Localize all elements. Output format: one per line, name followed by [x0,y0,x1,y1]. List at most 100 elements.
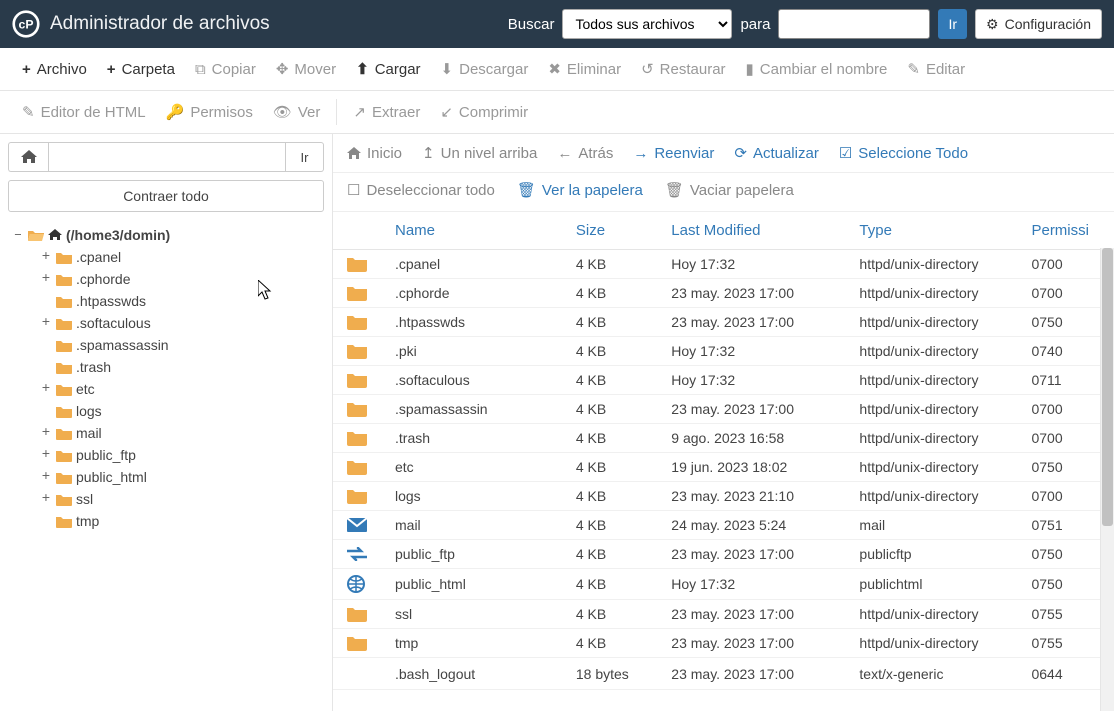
view-trash-button[interactable]: 🗑Ver la papelera [517,181,643,199]
path-input[interactable] [48,142,286,172]
search-input[interactable] [778,9,930,39]
tree-node[interactable]: +.cphorde [8,268,324,290]
tree-node[interactable]: +public_html [8,466,324,488]
refresh-icon: ⟳ [734,144,747,162]
table-row[interactable]: .softaculous4 KBHoy 17:32httpd/unix-dire… [333,366,1114,395]
globe-icon [347,575,367,593]
col-size[interactable]: Size [562,212,657,250]
table-row[interactable]: .spamassassin4 KB23 may. 2023 17:00httpd… [333,395,1114,424]
compress-icon: ↙ [440,103,453,121]
col-name[interactable]: Name [381,212,562,250]
tree-node[interactable]: tmp [8,510,324,532]
upload-button[interactable]: ⬆Cargar [346,54,430,84]
row-type: text/x-generic [845,658,1017,690]
htmleditor-label: Editor de HTML [41,104,146,121]
settings-label: Configuración [1005,16,1091,32]
table-row[interactable]: mail4 KB24 may. 2023 5:24mail0751 [333,511,1114,540]
extract-button[interactable]: ↗Extraer [343,97,430,127]
folder-button[interactable]: +Carpeta [97,55,185,84]
tree-root[interactable]: – (/home3/domin) [8,224,324,246]
table-row[interactable]: etc4 KB19 jun. 2023 18:02httpd/unix-dire… [333,453,1114,482]
tree-node[interactable]: + etc [8,378,324,400]
row-icon-cell [333,395,381,424]
table-row[interactable]: .bash_logout18 bytes23 may. 2023 17:00te… [333,658,1114,690]
folder-icon [347,488,367,504]
restore-label: Restaurar [660,61,726,78]
upload-icon: ⬆ [356,60,369,78]
col-permissions[interactable]: Permissi [1017,212,1114,250]
table-row[interactable]: .pki4 KBHoy 17:32httpd/unix-directory074… [333,337,1114,366]
edit-button[interactable]: ✎Editar [897,54,975,84]
tree-node[interactable]: logs [8,400,324,422]
expander-icon[interactable]: + [40,447,52,463]
col-modified[interactable]: Last Modified [657,212,845,250]
table-row[interactable]: .cpanel4 KBHoy 17:32httpd/unix-directory… [333,250,1114,279]
expander-icon[interactable]: + [40,271,52,287]
table-row[interactable]: .cphorde4 KB23 may. 2023 17:00httpd/unix… [333,279,1114,308]
move-button[interactable]: ✥Mover [266,54,346,84]
table-row[interactable]: public_ftp4 KB23 may. 2023 17:00publicft… [333,540,1114,569]
tree-node[interactable]: +.cpanel [8,246,324,268]
nav-back-button[interactable]: ←Atrás [557,145,613,162]
table-row[interactable]: .htpasswds4 KB23 may. 2023 17:00httpd/un… [333,308,1114,337]
nav-up-button[interactable]: ↥Un nivel arriba [422,144,537,162]
tree-node[interactable]: .htpasswds [8,290,324,312]
nav-forward-button[interactable]: →Reenviar [633,145,714,162]
rename-button[interactable]: ▮Cambiar el nombre [736,54,898,84]
tree-node[interactable]: .trash [8,356,324,378]
table-row[interactable]: tmp4 KB23 may. 2023 17:00httpd/unix-dire… [333,629,1114,658]
tree-node[interactable]: +public_ftp [8,444,324,466]
scrollbar[interactable] [1100,248,1114,711]
col-icon[interactable] [333,212,381,250]
empty-trash-button[interactable]: 🗑Vaciar papelera [665,181,794,199]
search-scope-select[interactable]: Todos sus archivos [562,9,732,39]
expander-icon[interactable]: + [40,491,52,507]
expander-icon[interactable]: + [40,469,52,485]
select-all-button[interactable]: ☑Seleccione Todo [839,144,968,162]
deselect-all-button[interactable]: ☐Deseleccionar todo [347,181,495,199]
tree-node[interactable]: +.softaculous [8,312,324,334]
table-row[interactable]: public_html4 KBHoy 17:32publichtml0750 [333,569,1114,600]
delete-button[interactable]: ✖Eliminar [538,54,631,84]
perms-button[interactable]: 🔑Permisos [156,97,263,127]
restore-button[interactable]: ↺Restaurar [631,54,735,84]
table-row[interactable]: .trash4 KB9 ago. 2023 16:58httpd/unix-di… [333,424,1114,453]
tree-node[interactable]: +mail [8,422,324,444]
folder-icon [347,285,367,301]
nav-refresh-button[interactable]: ⟳Actualizar [734,144,818,162]
tree-node[interactable]: +ssl [8,488,324,510]
table-row[interactable]: ssl4 KB23 may. 2023 17:00httpd/unix-dire… [333,600,1114,629]
expander-icon[interactable]: + [40,249,52,265]
view-button[interactable]: 👁Ver [263,97,331,127]
row-modified: 23 may. 2023 17:00 [657,540,845,569]
row-size: 4 KB [562,569,657,600]
copy-button[interactable]: ⧉Copiar [185,55,266,84]
folder-icon [56,251,72,264]
tree-node-label: etc [76,381,95,397]
table-row[interactable]: logs4 KB23 may. 2023 21:10httpd/unix-dir… [333,482,1114,511]
collapse-all-button[interactable]: Contraer todo [8,180,324,212]
edit-icon: ✎ [907,60,920,78]
path-home-button[interactable] [8,142,48,172]
expander-icon[interactable]: + [40,381,52,397]
row-name: .bash_logout [381,658,562,690]
download-button[interactable]: ⬇Descargar [431,54,539,84]
tree-node[interactable]: .spamassassin [8,334,324,356]
search-go-button[interactable]: Ir [938,9,967,39]
htmleditor-button[interactable]: ✎Editor de HTML [12,97,156,127]
compress-button[interactable]: ↙Comprimir [430,97,538,127]
nav-home-button[interactable]: Inicio [347,145,402,162]
file-button[interactable]: +Archivo [12,55,97,84]
nav-back-label: Atrás [578,145,613,162]
expander-icon[interactable]: + [40,425,52,441]
expander-icon[interactable]: – [12,227,24,243]
settings-button[interactable]: Configuración [975,9,1102,39]
row-size: 4 KB [562,337,657,366]
expander-icon[interactable]: + [40,315,52,331]
row-name: ssl [381,600,562,629]
folder-icon [347,635,367,651]
transfer-icon [347,547,367,561]
scrollbar-thumb[interactable] [1102,248,1113,526]
path-go-button[interactable]: Ir [286,142,324,172]
col-type[interactable]: Type [845,212,1017,250]
